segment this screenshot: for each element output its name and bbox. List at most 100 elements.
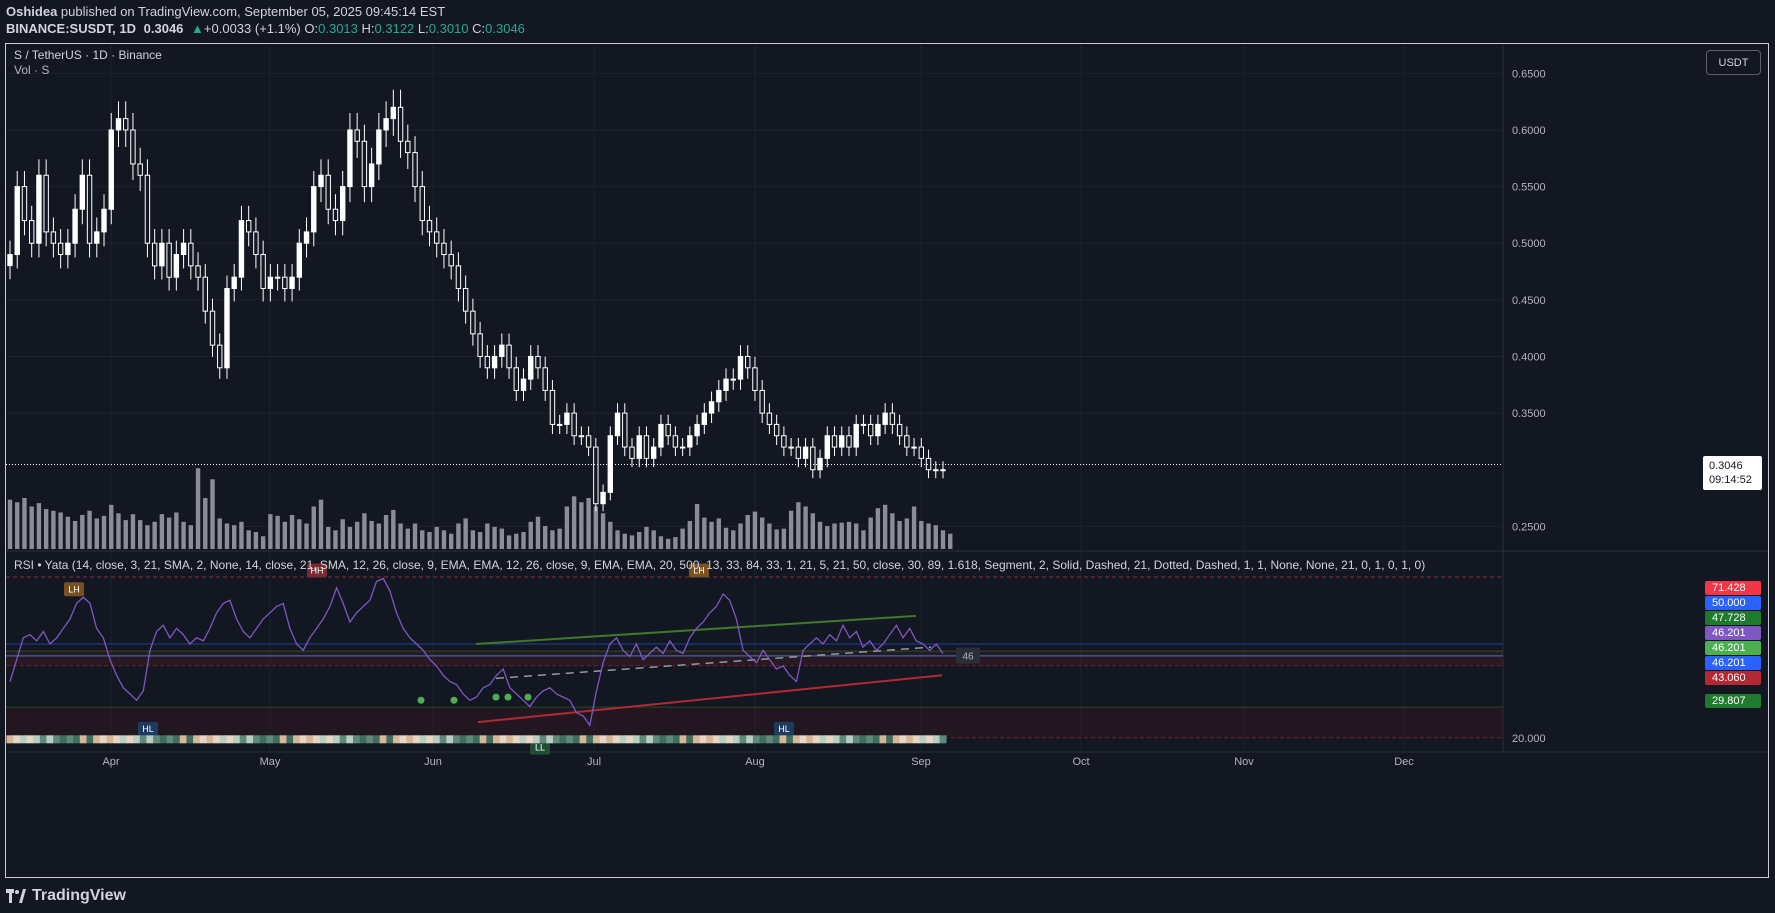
signal-strip-cell bbox=[466, 735, 474, 744]
signal-strip-cell bbox=[293, 735, 301, 744]
volume-bar bbox=[919, 520, 924, 549]
candle-body bbox=[267, 276, 274, 290]
candle-body bbox=[245, 220, 252, 233]
signal-strip-cell bbox=[626, 735, 634, 744]
signal-strip-cell bbox=[26, 735, 34, 744]
candle-body bbox=[159, 242, 165, 267]
candle-body bbox=[853, 423, 859, 448]
volume-bar bbox=[65, 516, 71, 549]
price-change: +0.0033 (+1.1%) bbox=[203, 21, 301, 36]
candle-body bbox=[14, 186, 20, 256]
signal-strip-cell bbox=[692, 735, 700, 744]
open-value: 0.3013 bbox=[318, 21, 358, 36]
volume-bar bbox=[933, 525, 938, 549]
signal-strip-cell bbox=[459, 735, 467, 744]
candle-body bbox=[354, 129, 360, 142]
volume-bar bbox=[817, 521, 823, 549]
close-value: 0.3046 bbox=[485, 21, 525, 36]
candle-body bbox=[571, 412, 577, 437]
currency-button[interactable]: USDT bbox=[1706, 50, 1761, 75]
signal-strip-cell bbox=[73, 735, 81, 744]
signal-strip-cell bbox=[672, 735, 680, 744]
candle-body bbox=[578, 435, 585, 438]
time-axis-label: May bbox=[260, 756, 281, 768]
volume-bar bbox=[7, 499, 13, 549]
volume-bar bbox=[311, 506, 316, 549]
chart-canvas[interactable]: 0.6500 0.6000 0.5500 0.5000 0.4500 0.4000 0.35… bbox=[6, 44, 1768, 877]
volume-bar bbox=[651, 530, 656, 549]
volume-bar bbox=[839, 522, 844, 549]
signal-strip-cell bbox=[266, 735, 274, 744]
rsi-pane: 20.000LHHH LHHL HLLL46 bbox=[6, 563, 1546, 755]
chart-frame[interactable]: 0.6500 0.6000 0.5500 0.5000 0.4500 0.4000 0.35… bbox=[5, 43, 1769, 878]
volume-bar bbox=[87, 510, 92, 549]
candle-body bbox=[708, 401, 715, 414]
signal-strip-cell bbox=[339, 735, 347, 744]
rsi-level-badge: 47.728 bbox=[1705, 611, 1761, 625]
signal-strip-cell bbox=[812, 735, 820, 744]
signal-strip-cell bbox=[319, 735, 327, 744]
volume-bar bbox=[268, 514, 273, 549]
volume-bar bbox=[318, 499, 324, 549]
signal-strip-cell bbox=[333, 735, 341, 744]
volume-bar bbox=[116, 513, 121, 549]
candle-body bbox=[36, 174, 42, 244]
signal-strip-cell bbox=[59, 735, 67, 744]
signal-strip-cell bbox=[146, 735, 154, 744]
signal-strip-cell bbox=[492, 735, 500, 744]
signal-strip bbox=[6, 735, 947, 744]
signal-strip-cell bbox=[939, 735, 947, 744]
candle-body bbox=[694, 423, 700, 437]
volume-bar bbox=[557, 528, 562, 549]
signal-strip-cell bbox=[19, 735, 27, 744]
signal-strip-cell bbox=[126, 735, 134, 744]
volume-bar bbox=[289, 515, 295, 549]
candle-body bbox=[556, 423, 563, 426]
volume-bar bbox=[369, 520, 374, 549]
volume-bar bbox=[22, 498, 27, 549]
candle-body bbox=[846, 435, 852, 448]
volume-bar bbox=[130, 514, 136, 549]
volume-bar bbox=[354, 521, 360, 549]
volume-bar bbox=[644, 526, 649, 549]
signal-strip-cell bbox=[759, 735, 767, 744]
high-label: H: bbox=[361, 21, 375, 36]
volume-bar bbox=[810, 513, 816, 549]
signal-strip-cell bbox=[786, 735, 794, 744]
signal-strip-cell bbox=[866, 735, 874, 744]
signal-strip-cell bbox=[219, 735, 227, 744]
signal-strip-cell bbox=[486, 735, 494, 744]
signal-strip-cell bbox=[632, 735, 640, 744]
candle-body bbox=[788, 446, 794, 449]
volume-bar bbox=[665, 538, 671, 549]
signal-strip-cell bbox=[239, 735, 247, 744]
signal-strip-cell bbox=[479, 735, 487, 744]
volume-bar bbox=[362, 513, 367, 549]
volume-bar bbox=[217, 518, 222, 549]
candle-body bbox=[282, 276, 288, 290]
signal-strip-cell bbox=[519, 735, 527, 744]
time-axis-label: Jul bbox=[587, 756, 601, 768]
candle-body bbox=[303, 231, 310, 244]
volume-bar bbox=[528, 521, 533, 549]
signal-strip-cell bbox=[6, 735, 14, 744]
rsi-signal-dot bbox=[417, 696, 425, 704]
rsi-value-tag-text: 46 bbox=[962, 652, 974, 663]
volume-bar bbox=[36, 503, 42, 549]
rsi-level-badge: 43.060 bbox=[1705, 671, 1761, 685]
publish-header: Oshidea published on TradingView.com, Se… bbox=[0, 0, 1775, 42]
volume-bar bbox=[15, 502, 20, 549]
candle-body bbox=[253, 231, 259, 256]
signal-strip-cell bbox=[832, 735, 840, 744]
volume-bar bbox=[774, 529, 779, 549]
volume-bar bbox=[94, 518, 99, 549]
tradingview-logo[interactable]: TradingView bbox=[6, 887, 126, 905]
candle-body bbox=[831, 435, 838, 448]
candle-body bbox=[339, 186, 346, 222]
volume-bar bbox=[282, 521, 288, 549]
signal-strip-cell bbox=[206, 735, 214, 744]
publisher-name[interactable]: Oshidea bbox=[6, 4, 57, 19]
candle-body bbox=[224, 288, 230, 369]
candle-body bbox=[318, 174, 324, 188]
volume-bar bbox=[152, 521, 157, 549]
